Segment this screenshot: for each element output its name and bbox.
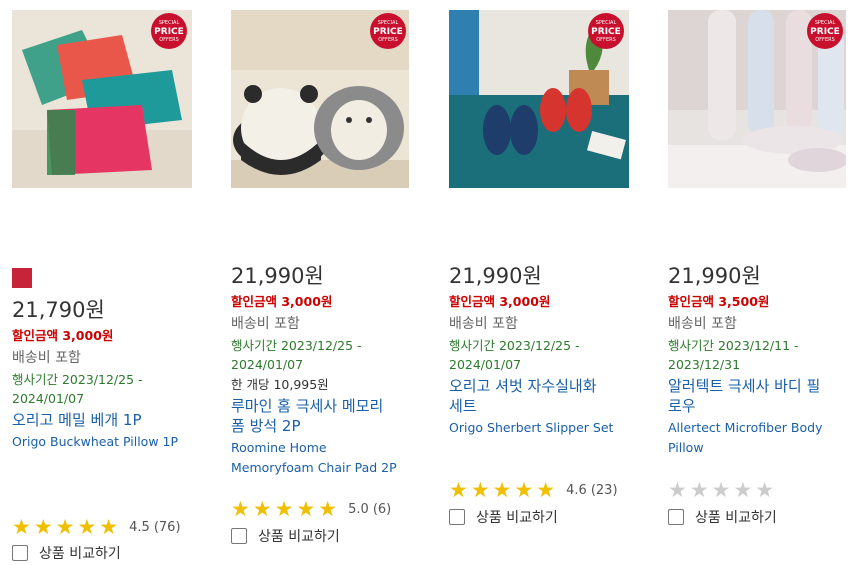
rating: ★★★★★ 4.6 (23) xyxy=(449,479,618,501)
product-title-ko[interactable]: 알러텍트 극세사 바디 필 로우 xyxy=(668,376,851,416)
svg-text:PRICE: PRICE xyxy=(591,27,621,37)
product-image[interactable]: SPECIAL PRICE OFFERS xyxy=(12,10,192,188)
svg-text:PRICE: PRICE xyxy=(154,27,184,37)
promo-period: 행사기간 2023/12/25 - 2024/01/07 xyxy=(12,372,143,406)
rating: ★★★★★ 4.5 (76) xyxy=(12,516,181,538)
product-image[interactable]: SPECIAL PRICE OFFERS xyxy=(668,10,848,188)
svg-text:PRICE: PRICE xyxy=(373,27,403,37)
svg-text:OFFERS: OFFERS xyxy=(815,37,835,43)
shipping-info: 배송비 포함 xyxy=(12,350,81,366)
svg-text:SPECIAL: SPECIAL xyxy=(159,20,180,26)
color-swatch xyxy=(12,268,32,288)
compare-toggle[interactable]: 상품 비교하기 xyxy=(668,507,777,527)
compare-label[interactable]: 상품 비교하기 xyxy=(695,507,777,527)
product-title-ko[interactable]: 루마인 홈 극세사 메모리 폼 방석 2P xyxy=(231,396,431,436)
product-title-ko[interactable]: 오리고 메밀 베개 1P xyxy=(12,410,212,430)
compare-checkbox[interactable] xyxy=(449,509,465,525)
shipping-info: 배송비 포함 xyxy=(231,316,300,332)
star-rating-icon: ★★★★★ xyxy=(231,497,341,521)
product-title-en[interactable]: Roomine Home Memoryfoam Chair Pad 2P xyxy=(231,438,431,478)
compare-label[interactable]: 상품 비교하기 xyxy=(476,507,558,527)
compare-label[interactable]: 상품 비교하기 xyxy=(258,526,340,546)
star-rating-empty-icon: ★★★★★ xyxy=(668,478,778,502)
svg-text:PRICE: PRICE xyxy=(810,27,840,37)
price: 21,990원 xyxy=(668,264,761,288)
discount-amount: 할인금액 3,500원 xyxy=(668,294,770,309)
price: 21,790원 xyxy=(12,298,105,322)
svg-text:SPECIAL: SPECIAL xyxy=(815,20,836,26)
product-title-en[interactable]: Origo Sherbert Slipper Set xyxy=(449,418,649,438)
unit-price: 한 개당 10,995원 xyxy=(231,377,329,392)
rating-score: 4.6 xyxy=(566,482,587,498)
compare-label[interactable]: 상품 비교하기 xyxy=(39,543,121,563)
product-title-ko[interactable]: 오리고 셔벗 자수실내화 세트 xyxy=(449,376,649,416)
compare-toggle[interactable]: 상품 비교하기 xyxy=(449,507,558,527)
svg-text:OFFERS: OFFERS xyxy=(159,37,179,43)
price: 21,990원 xyxy=(231,264,324,288)
compare-checkbox[interactable] xyxy=(231,528,247,544)
promo-period: 행사기간 2023/12/25 - 2024/01/07 xyxy=(449,338,580,372)
svg-text:OFFERS: OFFERS xyxy=(378,37,398,43)
product-title-en[interactable]: Origo Buckwheat Pillow 1P xyxy=(12,432,212,452)
shipping-info: 배송비 포함 xyxy=(449,316,518,332)
compare-toggle[interactable]: 상품 비교하기 xyxy=(231,526,340,546)
special-price-badge-icon: SPECIAL PRICE OFFERS xyxy=(807,13,843,49)
compare-toggle[interactable]: 상품 비교하기 xyxy=(12,543,121,563)
review-count[interactable]: (76) xyxy=(154,520,181,535)
star-rating-icon: ★★★★★ xyxy=(449,478,559,502)
special-price-badge-icon: SPECIAL PRICE OFFERS xyxy=(370,13,406,49)
rating: ★★★★★ xyxy=(668,479,777,501)
product-image[interactable]: SPECIAL PRICE OFFERS xyxy=(449,10,629,188)
product-image[interactable]: SPECIAL PRICE OFFERS xyxy=(231,10,411,188)
compare-checkbox[interactable] xyxy=(12,545,28,561)
star-rating-icon: ★★★★★ xyxy=(12,515,122,539)
rating: ★★★★★ 5.0 (6) xyxy=(231,498,391,520)
discount-amount: 할인금액 3,000원 xyxy=(231,294,333,309)
svg-text:SPECIAL: SPECIAL xyxy=(596,20,617,26)
svg-text:OFFERS: OFFERS xyxy=(596,37,616,43)
promo-period: 행사기간 2023/12/11 - 2023/12/31 xyxy=(668,338,799,372)
rating-score: 5.0 xyxy=(348,501,369,517)
shipping-info: 배송비 포함 xyxy=(668,316,737,332)
compare-checkbox[interactable] xyxy=(668,509,684,525)
promo-period: 행사기간 2023/12/25 - 2024/01/07 xyxy=(231,338,362,372)
special-price-badge-icon: SPECIAL PRICE OFFERS xyxy=(588,13,624,49)
price: 21,990원 xyxy=(449,264,542,288)
discount-amount: 할인금액 3,000원 xyxy=(12,328,114,343)
rating-score: 4.5 xyxy=(129,519,150,535)
product-title-en[interactable]: Allertect Microfiber Body Pillow xyxy=(668,418,851,458)
special-price-badge-icon: SPECIAL PRICE OFFERS xyxy=(151,13,187,49)
review-count[interactable]: (6) xyxy=(373,502,391,517)
review-count[interactable]: (23) xyxy=(591,483,618,498)
discount-amount: 할인금액 3,000원 xyxy=(449,294,551,309)
svg-text:SPECIAL: SPECIAL xyxy=(378,20,399,26)
